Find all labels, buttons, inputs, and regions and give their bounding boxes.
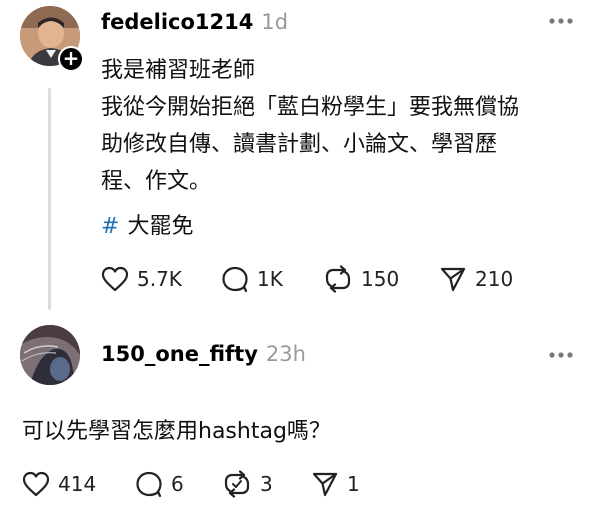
- hashtag-label: 大罷免: [127, 214, 194, 239]
- like-count: 414: [58, 472, 97, 496]
- more-options-icon[interactable]: [548, 17, 574, 25]
- share-button[interactable]: 210: [439, 265, 513, 293]
- comment-count: 1K: [257, 267, 283, 291]
- post-time: 1d: [261, 10, 289, 34]
- repost-count: 3: [260, 472, 273, 496]
- share-button[interactable]: 1: [311, 470, 360, 498]
- comment-icon: [136, 471, 162, 498]
- post-line: 我從今開始拒絕「藍白粉學生」要我無償協: [101, 95, 520, 120]
- reply-avatar-image: [20, 325, 80, 385]
- reply-text: 可以先學習怎麼用hashtag嗎？: [22, 419, 331, 444]
- share-icon: [312, 472, 338, 497]
- reply-author[interactable]: 150_one_fifty 23h: [101, 342, 306, 366]
- share-count: 210: [475, 267, 514, 291]
- comment-button[interactable]: 1K: [221, 265, 323, 293]
- follow-button[interactable]: +: [58, 46, 84, 72]
- repost-icon: [325, 265, 351, 293]
- repost-count: 150: [361, 267, 400, 291]
- hashtag-icon: #: [101, 214, 120, 239]
- post-author[interactable]: fedelico1214 1d: [101, 10, 288, 34]
- hashtag-link[interactable]: # 大罷免: [101, 208, 193, 240]
- like-count: 5.7K: [137, 267, 182, 291]
- reply-avatar[interactable]: [20, 325, 80, 385]
- post-line: 助修改自傳、讀書計劃、小論文、學習歷: [101, 132, 498, 157]
- reply-time: 23h: [265, 342, 306, 366]
- comment-count: 6: [171, 472, 184, 496]
- share-icon: [440, 267, 466, 292]
- plus-icon: +: [62, 46, 80, 70]
- share-count: 1: [347, 472, 360, 496]
- comment-button[interactable]: 6: [135, 470, 222, 498]
- comment-icon: [222, 266, 248, 293]
- heart-icon: [22, 471, 50, 497]
- like-button[interactable]: 5.7K: [101, 266, 221, 292]
- post-text: 我是補習班老師 我從今開始拒絕「藍白粉學生」要我無償協 助修改自傳、讀書計劃、小…: [101, 52, 591, 200]
- repost-button[interactable]: 3: [222, 470, 311, 498]
- post-actions: 5.7K 1K 150 210: [101, 265, 513, 293]
- post-line: 我是補習班老師: [101, 58, 256, 83]
- post-line: 程、作文。: [101, 169, 212, 194]
- like-button[interactable]: 414: [22, 471, 135, 497]
- username[interactable]: fedelico1214: [101, 10, 253, 34]
- reply-username[interactable]: 150_one_fifty: [101, 342, 258, 366]
- repost-button[interactable]: 150: [323, 265, 439, 293]
- reply-actions: 414 6 3 1: [22, 470, 360, 498]
- more-options-icon[interactable]: [548, 351, 574, 359]
- heart-icon: [101, 266, 129, 292]
- repost-icon: [224, 470, 250, 498]
- thread-line: [48, 88, 51, 310]
